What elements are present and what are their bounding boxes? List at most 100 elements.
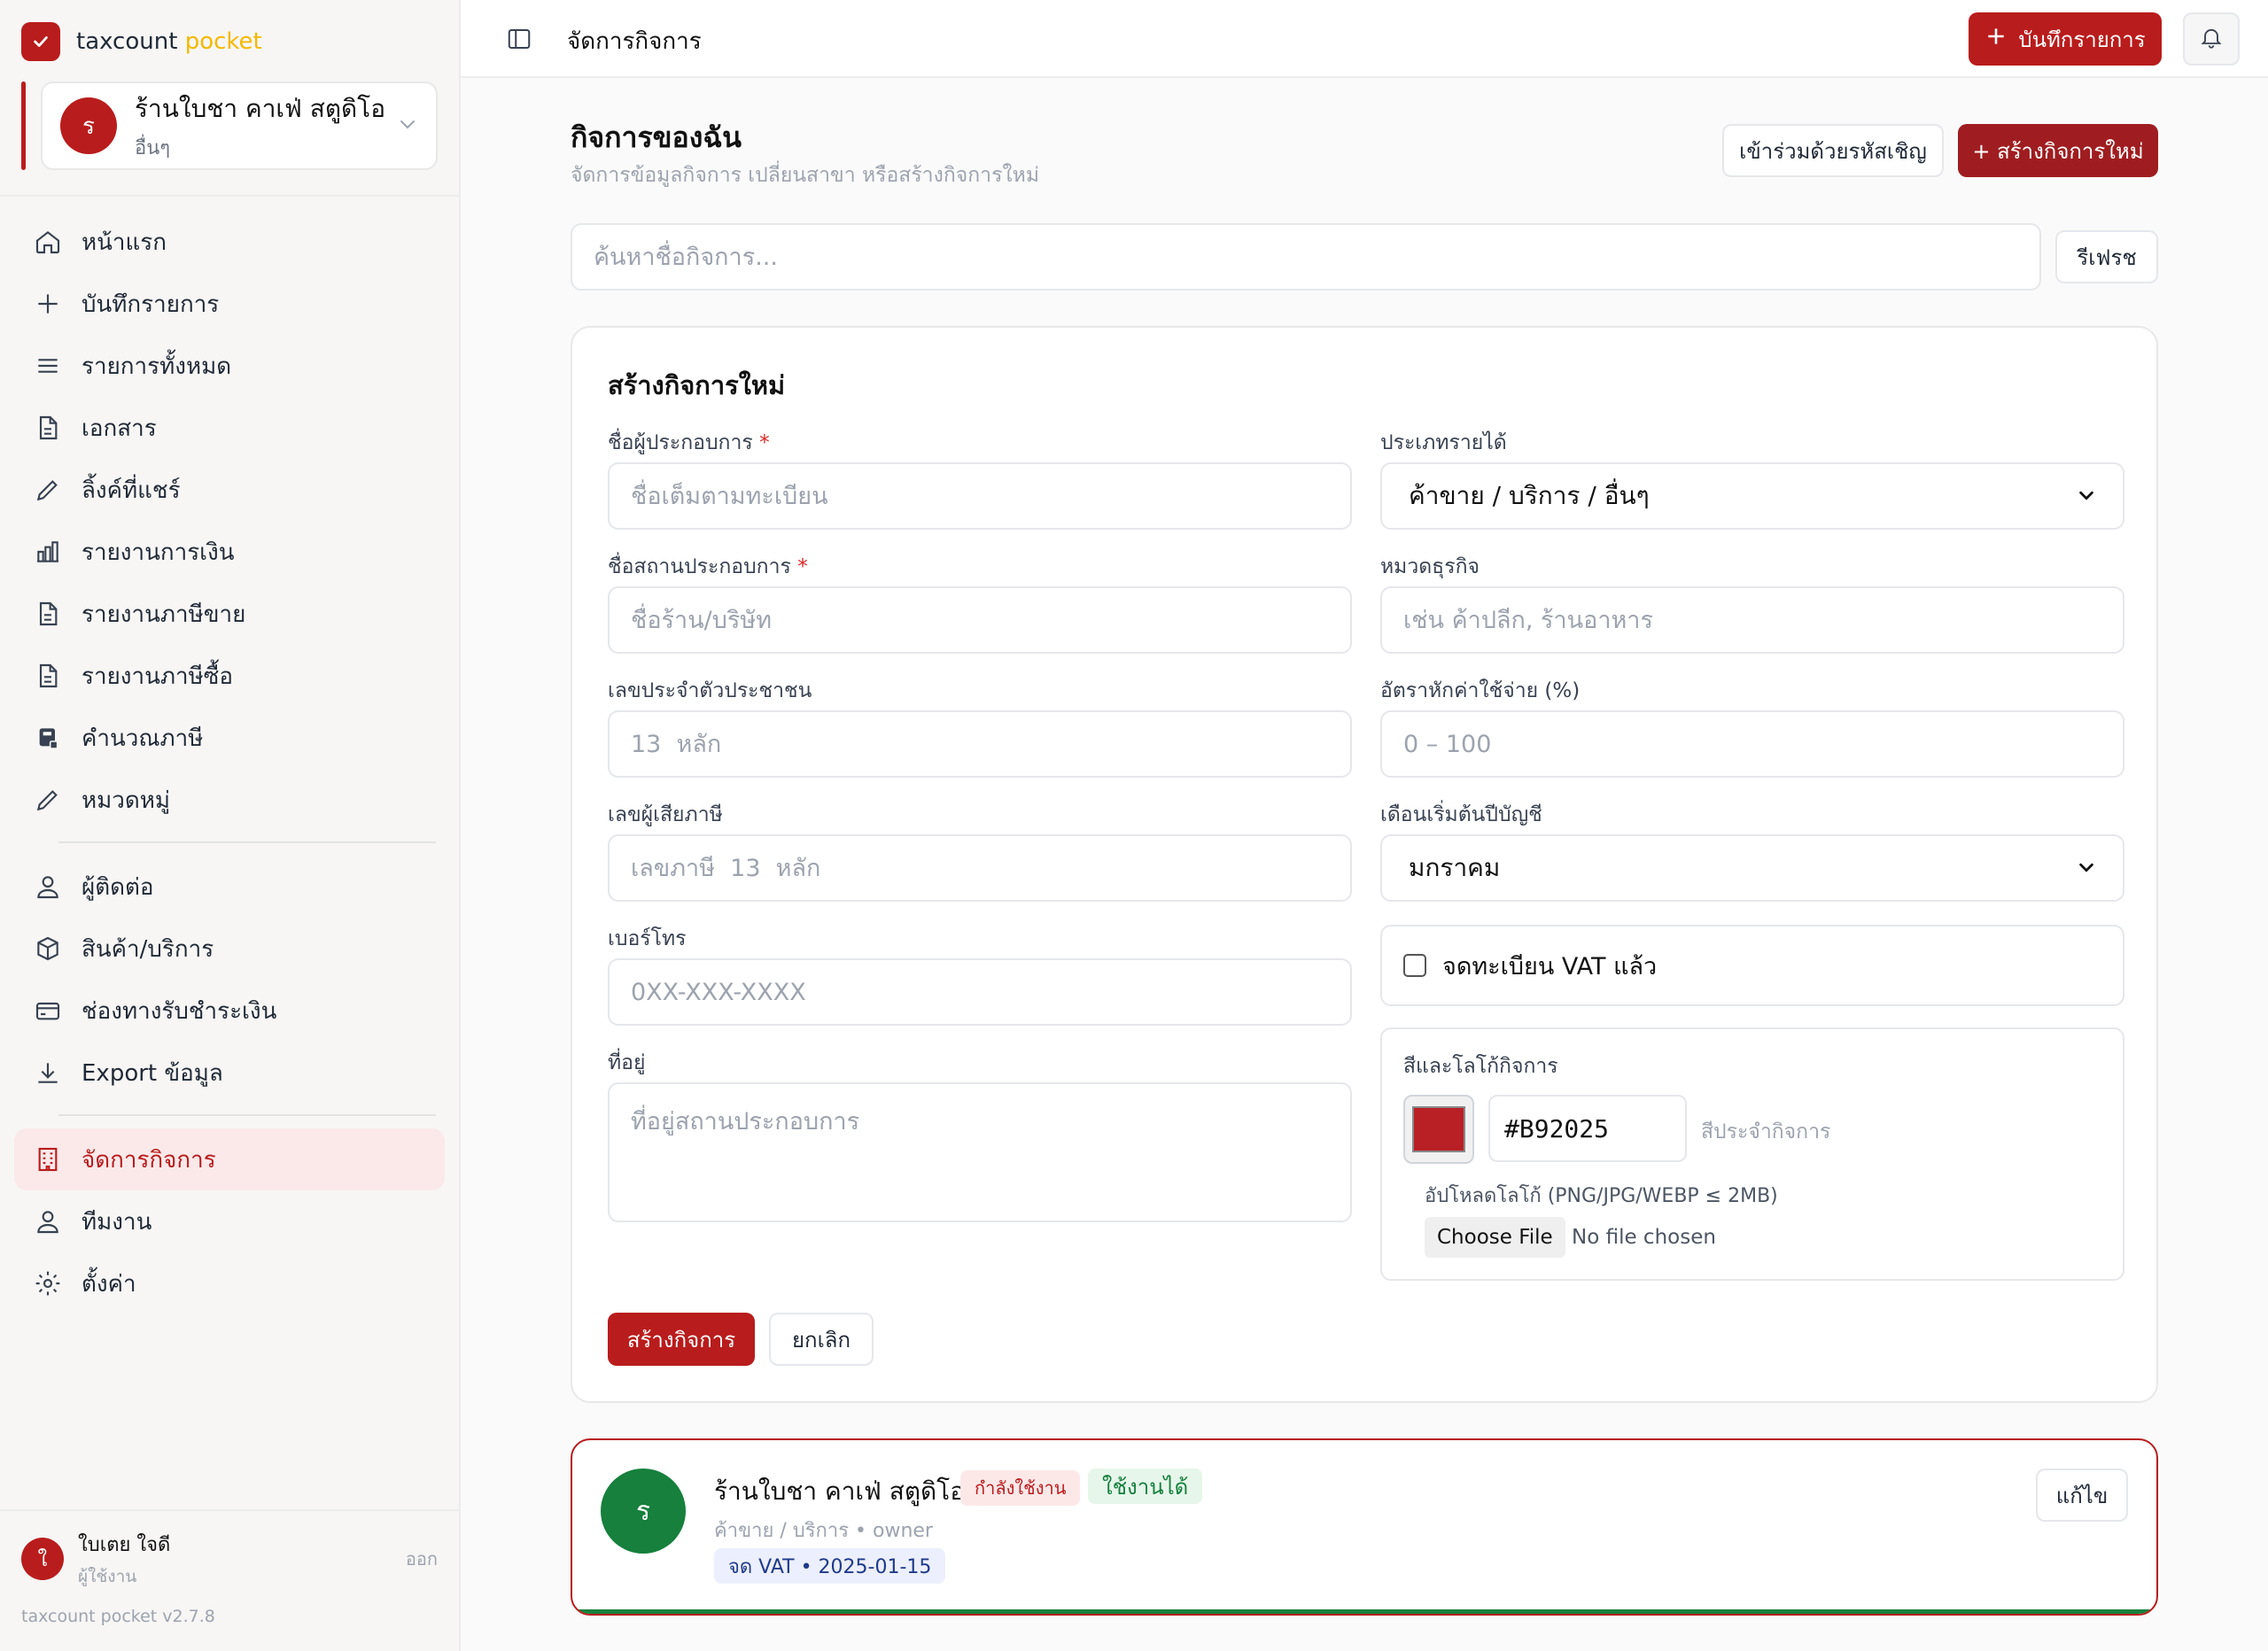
sidebar-item-documents[interactable]: เอกสาร: [14, 397, 445, 459]
tax-id-input[interactable]: [608, 834, 1352, 902]
logout-link[interactable]: ออก: [406, 1545, 438, 1573]
sidebar-item-label: รายงานภาษีขาย: [82, 601, 246, 628]
expense-rate-input[interactable]: [1380, 710, 2124, 778]
sidebar-item-payment-channels[interactable]: ช่องทางรับชำระเงิน: [14, 980, 445, 1042]
vat-checkbox[interactable]: [1403, 954, 1426, 977]
status-badge: ใช้งานได้: [1088, 1469, 1203, 1504]
address-textarea[interactable]: [608, 1082, 1352, 1222]
nav-divider: [58, 1114, 436, 1116]
record-transaction-button[interactable]: บันทึกรายการ: [1969, 12, 2162, 66]
plus-icon: [32, 288, 64, 320]
taxid-label: เลขผู้เสียภาษี: [608, 803, 723, 826]
sidebar-item-products[interactable]: สินค้า/บริการ: [14, 918, 445, 980]
required-marker: *: [797, 555, 808, 578]
avatar: ใ: [21, 1538, 64, 1580]
business-type: อื่นๆ: [135, 136, 171, 159]
sidebar-item-label: ลิ้งค์ที่แชร์: [82, 477, 181, 504]
income-type-select[interactable]: ค้าขาย / บริการ / อื่นๆ: [1380, 462, 2124, 530]
phone-input[interactable]: [608, 958, 1352, 1026]
business-name: ร้านใบชา คาเฟ่ สตูดิโอ: [135, 93, 386, 123]
vat-registered-checkbox-row[interactable]: จดทะเบียน VAT แล้ว: [1380, 925, 2124, 1006]
sidebar-item-label: ตั้งค่า: [82, 1270, 136, 1298]
fiscal-start-value: มกราคม: [1409, 853, 1501, 882]
shop-name-input[interactable]: [608, 586, 1352, 654]
home-icon: [32, 226, 64, 258]
sidebar-divider: [0, 1509, 461, 1511]
brand-label: สีและโลโก้กิจการ: [1403, 1055, 1558, 1078]
page-breadcrumb: จัดการกิจการ: [567, 28, 702, 55]
sidebar-item-finance-report[interactable]: รายงานการเงิน: [14, 521, 445, 583]
business-name: ร้านใบชา คาเฟ่ สตูดิโอ: [714, 1477, 966, 1506]
active-badge: กำลังใช้งาน: [960, 1470, 1081, 1506]
document-icon: [32, 660, 64, 692]
upload-logo-label: อัปโหลดโลโก้ (PNG/JPG/WEBP ≤ 2MB): [1425, 1185, 1778, 1207]
sidebar-item-label: ทีมงาน: [82, 1208, 152, 1236]
page-title: กิจการของฉัน: [571, 120, 742, 154]
user-icon: [32, 871, 64, 903]
user-profile[interactable]: ใ ใบเตย ใจดี ผู้ใช้งาน ออก: [21, 1531, 438, 1587]
business-switcher[interactable]: ร ร้านใบชา คาเฟ่ สตูดิโอ อื่นๆ: [41, 81, 438, 170]
income-type-value: ค้าขาย / บริการ / อื่นๆ: [1409, 481, 1650, 510]
cancel-button[interactable]: ยกเลิก: [769, 1313, 874, 1366]
chevron-down-icon: [397, 113, 418, 138]
file-status: No file chosen: [1572, 1226, 1716, 1249]
sidebar-item-label: Export ข้อมูล: [82, 1059, 223, 1087]
submit-create-button[interactable]: สร้างกิจการ: [608, 1313, 755, 1366]
sidebar-item-label: คำนวณภาษี: [82, 725, 204, 752]
user-icon: [32, 1205, 64, 1237]
refresh-button[interactable]: รีเฟรช: [2055, 230, 2158, 283]
check-logo-icon: [21, 22, 60, 61]
sidebar-item-contacts[interactable]: ผู้ติดต่อ: [14, 856, 445, 918]
app-version: taxcount pocket v2.7.8: [21, 1607, 215, 1626]
building-icon: [32, 1143, 64, 1175]
fiscal-start-select[interactable]: มกราคม: [1380, 834, 2124, 902]
sidebar-item-categories[interactable]: หมวดหมู่: [14, 769, 445, 831]
sidebar-item-all[interactable]: รายการทั้งหมด: [14, 335, 445, 397]
switcher-accent-bar: [21, 81, 26, 170]
sidebar-toggle-icon[interactable]: [503, 23, 535, 55]
phone-label: เบอร์โทร: [608, 927, 687, 950]
vat-label: จดทะเบียน VAT แล้ว: [1442, 952, 1658, 981]
brand[interactable]: taxcount pocket: [21, 21, 262, 62]
sidebar-item-tax-calc[interactable]: คำนวณภาษี: [14, 707, 445, 769]
download-icon: [32, 1057, 64, 1089]
sidebar-item-label: ผู้ติดต่อ: [82, 873, 154, 901]
fiscal-start-label: เดือนเริ่มต้นปีบัญชี: [1380, 803, 1542, 826]
citizen-id-input[interactable]: [608, 710, 1352, 778]
hex-color-input[interactable]: [1488, 1095, 1687, 1162]
create-business-form: สร้างกิจการใหม่ ชื่อผู้ประกอบการ * ชื่อส…: [571, 326, 2158, 1403]
user-name: ใบเตย ใจดี: [78, 1533, 171, 1556]
brand-name-accent: pocket: [184, 28, 262, 55]
sidebar-item-label: เอกสาร: [82, 415, 157, 442]
sidebar-item-team[interactable]: ทีมงาน: [14, 1190, 445, 1252]
color-picker[interactable]: [1403, 1095, 1474, 1164]
sidebar-item-settings[interactable]: ตั้งค่า: [14, 1252, 445, 1314]
sidebar-item-purchase-tax-report[interactable]: รายงานภาษีซื้อ: [14, 645, 445, 707]
plus-icon: [1984, 25, 2008, 53]
sidebar-item-shared-links[interactable]: ลิ้งค์ที่แชร์: [14, 459, 445, 521]
owner-name-input[interactable]: [608, 462, 1352, 530]
sidebar-nav: หน้าแรก บันทึกรายการ รายการทั้งหมด เอกสา…: [14, 211, 445, 1314]
edit-button[interactable]: แก้ไข: [2036, 1469, 2128, 1522]
join-with-invite-button[interactable]: เข้าร่วมด้วยรหัสเชิญ: [1722, 124, 1944, 177]
brand-name: taxcount pocket: [76, 28, 262, 55]
credit-card-icon: [32, 995, 64, 1027]
sidebar-item-export[interactable]: Export ข้อมูล: [14, 1042, 445, 1104]
sidebar-item-label: หมวดหมู่: [82, 787, 171, 814]
page-subtitle: จัดการข้อมูลกิจการ เปลี่ยนสาขา หรือสร้าง…: [571, 164, 1039, 187]
list-icon: [32, 350, 64, 382]
sidebar-item-record[interactable]: บันทึกรายการ: [14, 273, 445, 335]
business-avatar: ร: [60, 97, 117, 154]
sidebar-item-sales-tax-report[interactable]: รายงานภาษีขาย: [14, 583, 445, 645]
create-business-button[interactable]: + สร้างกิจการใหม่: [1958, 124, 2158, 177]
color-swatch: [1412, 1106, 1465, 1152]
business-list-item[interactable]: ร ร้านใบชา คาเฟ่ สตูดิโอ กำลังใช้งาน ใช้…: [571, 1438, 2158, 1616]
notifications-button[interactable]: [2183, 12, 2240, 66]
sidebar-item-manage-business[interactable]: จัดการกิจการ: [14, 1128, 445, 1190]
choose-file-button[interactable]: Choose File: [1425, 1217, 1565, 1258]
business-category-input[interactable]: [1380, 586, 2124, 654]
form-title: สร้างกิจการใหม่: [608, 370, 786, 400]
topbar: จัดการกิจการ บันทึกรายการ: [461, 0, 2268, 78]
search-input[interactable]: [571, 223, 2041, 291]
sidebar-item-home[interactable]: หน้าแรก: [14, 211, 445, 273]
